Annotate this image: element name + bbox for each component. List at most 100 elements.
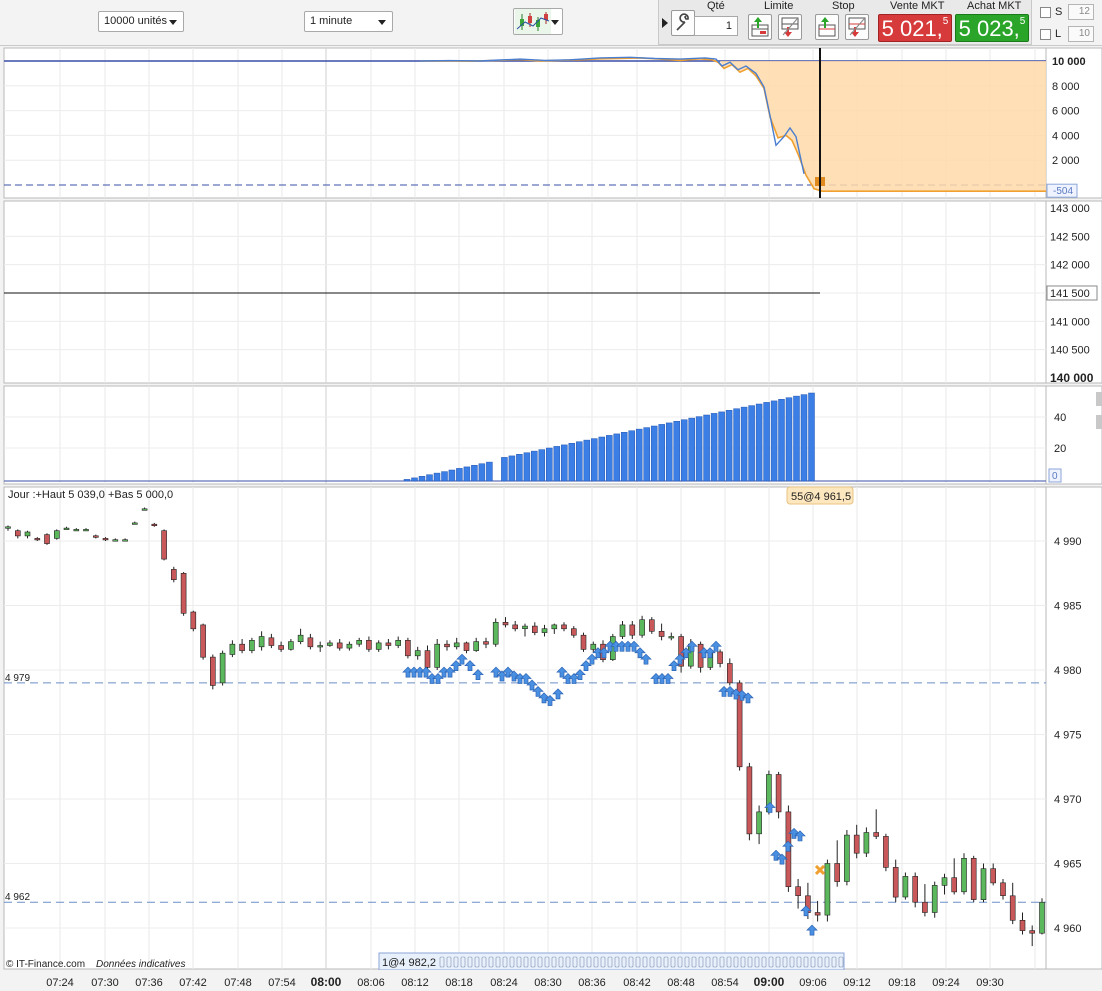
count-bar [725, 410, 733, 482]
stop-buy-icon [818, 17, 836, 37]
settings-button[interactable] [671, 10, 695, 36]
candle-up [756, 811, 762, 835]
candle-down [658, 630, 665, 637]
candle-down [463, 642, 470, 651]
candle-down [171, 569, 177, 581]
candle-down [424, 650, 431, 668]
count-bar [403, 479, 411, 482]
candle-down [15, 530, 21, 537]
account-panel [3, 200, 1047, 384]
panel-resize-icon[interactable] [1096, 415, 1102, 429]
candle-down [717, 651, 723, 664]
sell-price-decimal: 5 [942, 16, 949, 27]
candle-up [258, 636, 265, 648]
candle-up [327, 642, 333, 646]
count-bar [665, 422, 673, 482]
time-axis-tick: 08:48 [667, 977, 695, 989]
candle-up [473, 641, 480, 651]
limit-buy-button[interactable] [748, 14, 772, 40]
wrench-icon [676, 13, 689, 31]
day-high-low-info: Jour :+Haut 5 039,0 +Bas 5 000,0 [8, 489, 173, 501]
candle-down [161, 530, 167, 560]
count-bar [433, 472, 441, 482]
candle-up [73, 529, 80, 532]
time-axis-tick: 08:24 [490, 977, 518, 989]
price-panel [3, 486, 1047, 970]
count-bar [523, 452, 531, 482]
count-bar [793, 395, 800, 482]
time-axis-tick: 09:24 [932, 977, 960, 989]
candle-up [639, 619, 645, 636]
play-triangle-icon[interactable] [662, 18, 670, 28]
panel-resize-icon[interactable] [1096, 392, 1102, 406]
count-bar [501, 457, 508, 482]
candle-down [795, 886, 801, 897]
candle-down [970, 857, 977, 900]
candle-up [590, 643, 597, 650]
candle-up [249, 639, 255, 651]
stop-buy-button[interactable] [815, 14, 839, 40]
time-axis-tick: 09:00 [754, 975, 785, 989]
candle-up [492, 621, 499, 645]
candle-up [1039, 901, 1045, 934]
count-bar [456, 468, 463, 482]
l-value-input[interactable]: 10 [1068, 26, 1094, 42]
quantity-select[interactable]: 10000 unités [98, 11, 184, 32]
chart-type-button[interactable] [513, 8, 563, 35]
limit-buy-icon [751, 17, 769, 37]
candle-down [531, 625, 538, 633]
chevron-down-icon [551, 20, 559, 25]
candle-up [141, 508, 148, 511]
time-axis-tick: 08:06 [357, 977, 385, 989]
count-bar [628, 430, 635, 482]
count-bar [718, 411, 725, 482]
candle-down [180, 572, 187, 614]
count-bar [606, 435, 613, 482]
sell-market-button[interactable]: 5 021,5 [878, 14, 952, 42]
count-bar [658, 424, 665, 482]
candle-down [502, 621, 509, 626]
time-axis-tick: 08:12 [401, 977, 429, 989]
candle-down [483, 641, 489, 645]
candle-up [961, 857, 967, 893]
count-bar [441, 471, 448, 482]
count-bar [411, 477, 418, 482]
qty-label: Qté [707, 0, 725, 12]
price-axis-tick: 4 970 [1054, 794, 1082, 806]
pnl-panel-axis [1045, 47, 1102, 199]
interval-select[interactable]: 1 minute [304, 11, 393, 32]
candle-up [844, 834, 850, 882]
count-bar [561, 444, 568, 482]
stop-sell-button[interactable] [845, 14, 869, 40]
candle-up [941, 877, 948, 886]
account-axis-tick: 141 000 [1050, 316, 1090, 328]
limit-sell-button[interactable] [778, 14, 802, 40]
candle-up [434, 643, 441, 668]
count-bar [635, 428, 643, 482]
candle-down [239, 643, 245, 651]
count-bar [463, 466, 471, 482]
time-axis-tick: 09:06 [799, 977, 827, 989]
s-value-input[interactable]: 12 [1068, 4, 1094, 20]
l-checkbox[interactable] [1040, 29, 1051, 40]
candle-up [824, 863, 831, 916]
candle-up [63, 527, 70, 530]
s-checkbox[interactable] [1040, 7, 1051, 18]
chart-area[interactable]: 10 000 8 000 6 000 4 000 2 000 -504 143 000 142… [0, 46, 1102, 991]
count-bar [531, 450, 538, 482]
candle-down [93, 535, 99, 538]
candle-down [726, 663, 733, 684]
sell-label: Vente MKT [890, 0, 945, 12]
candle-up [931, 885, 938, 913]
qty-input[interactable]: 1 [694, 16, 738, 36]
pnl-axis-tick: 10 000 [1052, 56, 1086, 68]
count-bar [546, 447, 553, 482]
count-bar [755, 403, 763, 482]
stop-label: Stop [832, 0, 855, 12]
candle-down [648, 619, 655, 632]
candle-up [668, 636, 675, 639]
count-bar [516, 454, 523, 482]
count-bar [778, 399, 785, 482]
buy-market-button[interactable]: 5 023,5 [955, 14, 1029, 42]
count-bar [418, 476, 426, 482]
